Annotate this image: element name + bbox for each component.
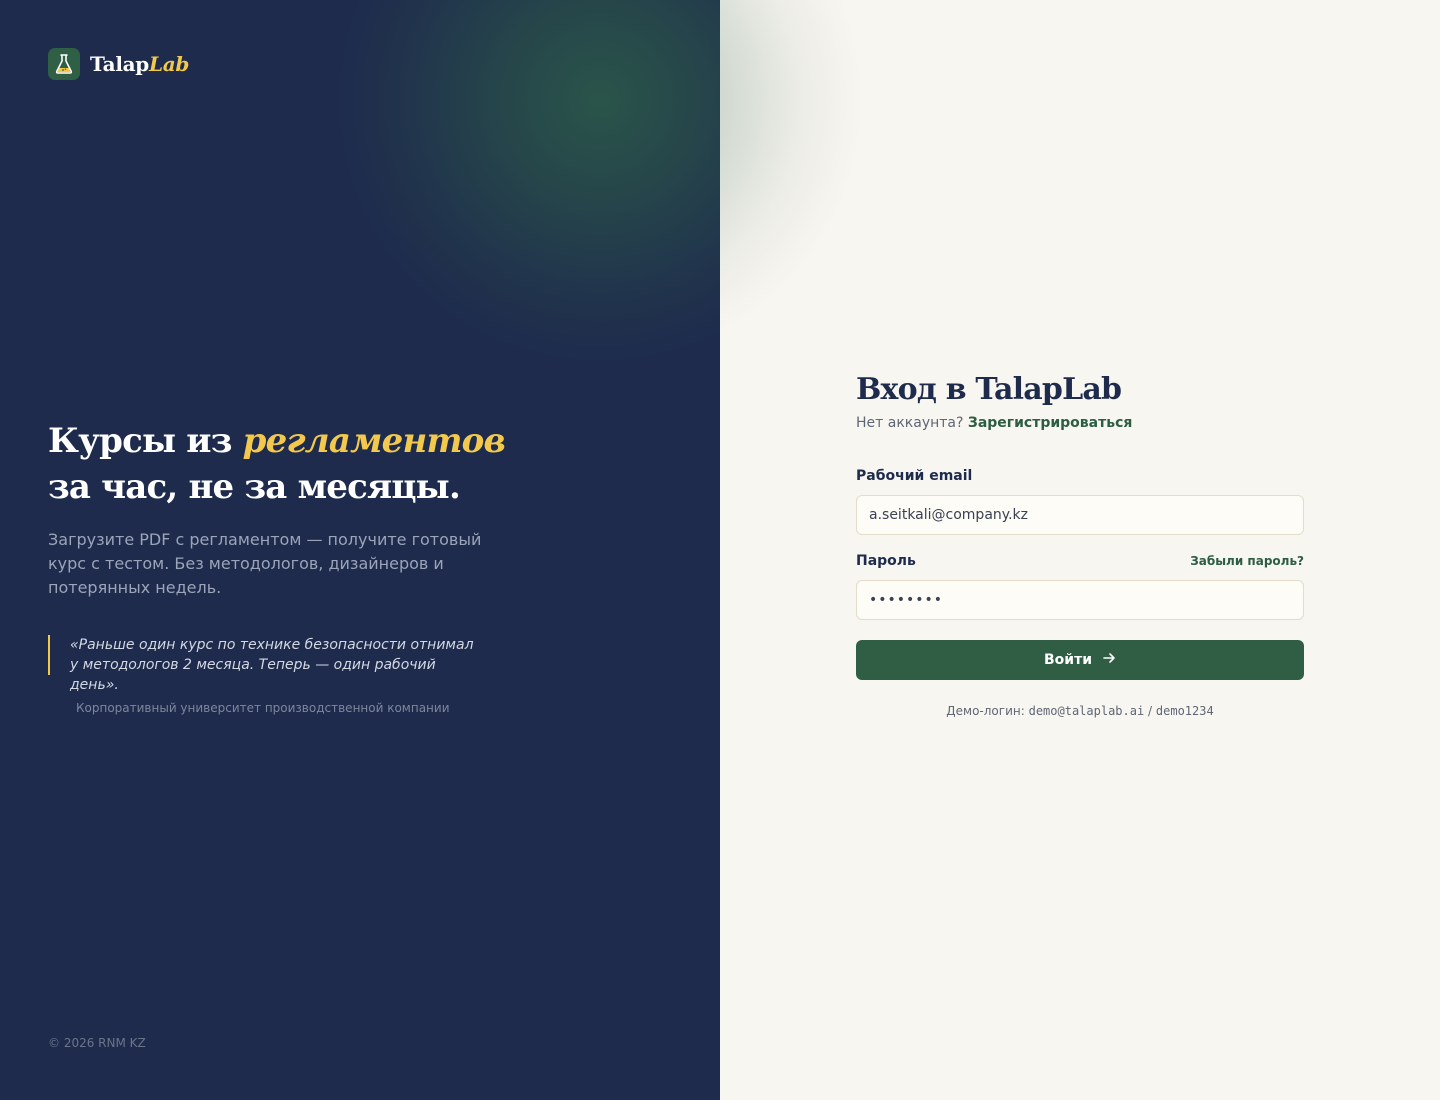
demo-credentials: Демо-логин: demo@talaplab.ai / demo1234	[856, 704, 1304, 718]
hero-title-line2: за час, не за месяцы.	[48, 467, 461, 507]
hero: Курсы из регламентов за час, не за месяц…	[48, 418, 508, 600]
decorative-glow	[340, 0, 720, 360]
demo-prefix: Демо-логин:	[946, 704, 1025, 718]
login-button-label: Войти	[1043, 652, 1093, 668]
forgot-password-link[interactable]: Забыли пароль?	[1190, 554, 1304, 568]
decorative-glow-edge	[720, 0, 860, 360]
quote-text: «Раньше один курс по технике безопасност…	[70, 637, 474, 693]
brand-name: TalapLab	[90, 52, 189, 76]
flask-icon	[48, 48, 80, 80]
quote-author: Корпоративный университет производственн…	[76, 701, 450, 715]
demo-email: demo@talaplab.ai	[1028, 704, 1145, 718]
hero-subtitle: Загрузите PDF с регламентом — получите г…	[48, 530, 482, 597]
brand-name-main: Talap	[90, 52, 149, 76]
password-label: Пароль	[856, 553, 916, 569]
no-account-text: Нет аккаунта?	[856, 415, 964, 431]
hero-title-highlight: регламентов	[242, 421, 506, 461]
form-title: Вход в TalapLab	[856, 372, 1122, 407]
brand-name-accent: Lab	[148, 52, 190, 76]
login-button[interactable]: Войти	[856, 640, 1304, 680]
arrow-right-icon	[1102, 651, 1116, 669]
email-label: Рабочий email	[856, 468, 973, 484]
password-group: Пароль Забыли пароль?	[856, 553, 1304, 620]
hero-title: Курсы из регламентов за час, не за месяц…	[48, 418, 508, 510]
email-group: Рабочий email	[856, 468, 1304, 535]
hero-title-start: Курсы из	[48, 421, 243, 461]
email-field[interactable]	[856, 495, 1304, 535]
copyright: © 2026 RNM KZ	[48, 1036, 146, 1050]
brand[interactable]: TalapLab	[48, 48, 189, 80]
login-form: Вход в TalapLab Нет аккаунта? Зарегистри…	[856, 372, 1304, 718]
demo-separator: /	[1148, 704, 1153, 718]
demo-password: demo1234	[1155, 704, 1214, 718]
password-field[interactable]	[856, 580, 1304, 620]
left-panel: TalapLab Курсы из регламентов за час, не…	[0, 0, 720, 1100]
testimonial-quote: «Раньше один курс по технике безопасност…	[48, 635, 478, 715]
register-link[interactable]: Зарегистрироваться	[968, 415, 1132, 431]
quote-bar	[48, 635, 50, 675]
form-subtitle: Нет аккаунта? Зарегистрироваться	[856, 415, 1304, 431]
